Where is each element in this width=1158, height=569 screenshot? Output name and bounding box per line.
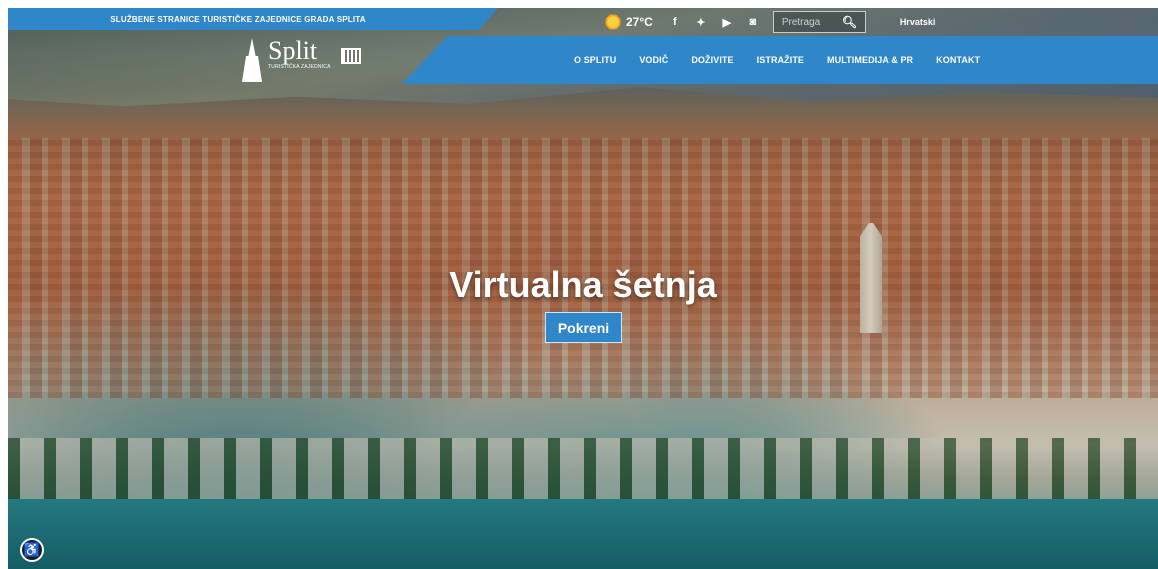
sun-icon bbox=[604, 13, 622, 31]
utility-bar: 27°C f ✦ ▶ ◙ 🔍︎ Hrvatski bbox=[604, 10, 935, 34]
bell-tower-logo-icon bbox=[240, 38, 264, 84]
language-selector[interactable]: Hrvatski bbox=[900, 17, 936, 27]
hero-title: Virtualna šetnja bbox=[449, 264, 717, 305]
nav-item-istrazite[interactable]: ISTRAŽITE bbox=[757, 55, 804, 65]
official-site-text: SLUŽBENE STRANICE TURISTIČKE ZAJEDNICE G… bbox=[110, 14, 366, 24]
start-virtual-walk-button[interactable]: Pokreni bbox=[545, 312, 622, 343]
unesco-icon bbox=[340, 48, 361, 64]
search-icon[interactable]: 🔍︎ bbox=[842, 15, 857, 29]
search-box: 🔍︎ bbox=[772, 11, 866, 33]
search-input[interactable] bbox=[773, 16, 840, 28]
site-logo[interactable]: Split TURISTIČKA ZAJEDNICA bbox=[240, 38, 361, 84]
nav-item-kontakt[interactable]: KONTAKT bbox=[936, 55, 980, 65]
accessibility-icon[interactable]: ♿ bbox=[20, 538, 44, 562]
weather-widget[interactable]: 27°C bbox=[604, 13, 653, 31]
logo-subtitle: TURISTIČKA ZAJEDNICA bbox=[268, 64, 331, 70]
logo-word: Split bbox=[268, 36, 318, 65]
instagram-icon[interactable]: ◙ bbox=[747, 16, 759, 28]
temperature: 27°C bbox=[626, 15, 653, 29]
page-frame: SLUŽBENE STRANICE TURISTIČKE ZAJEDNICE G… bbox=[8, 8, 1158, 569]
twitter-icon[interactable]: ✦ bbox=[695, 16, 707, 29]
nav-item-dozivite[interactable]: DOŽIVITE bbox=[691, 55, 733, 65]
top-strip: SLUŽBENE STRANICE TURISTIČKE ZAJEDNICE G… bbox=[8, 8, 1158, 36]
social-links: f ✦ ▶ ◙ bbox=[669, 16, 759, 29]
nav-item-multimedija[interactable]: MULTIMEDIJA & PR bbox=[827, 55, 913, 65]
official-site-banner: SLUŽBENE STRANICE TURISTIČKE ZAJEDNICE G… bbox=[8, 8, 498, 30]
youtube-icon[interactable]: ▶ bbox=[721, 16, 733, 29]
nav-item-vodic[interactable]: VODIČ bbox=[639, 55, 668, 65]
logo-text: Split TURISTIČKA ZAJEDNICA bbox=[268, 38, 331, 70]
main-navigation: O SPLITU VODIČ DOŽIVITE ISTRAŽITE MULTIM… bbox=[402, 36, 1158, 84]
nav-item-o-splitu[interactable]: O SPLITU bbox=[574, 55, 616, 65]
facebook-icon[interactable]: f bbox=[669, 16, 681, 28]
